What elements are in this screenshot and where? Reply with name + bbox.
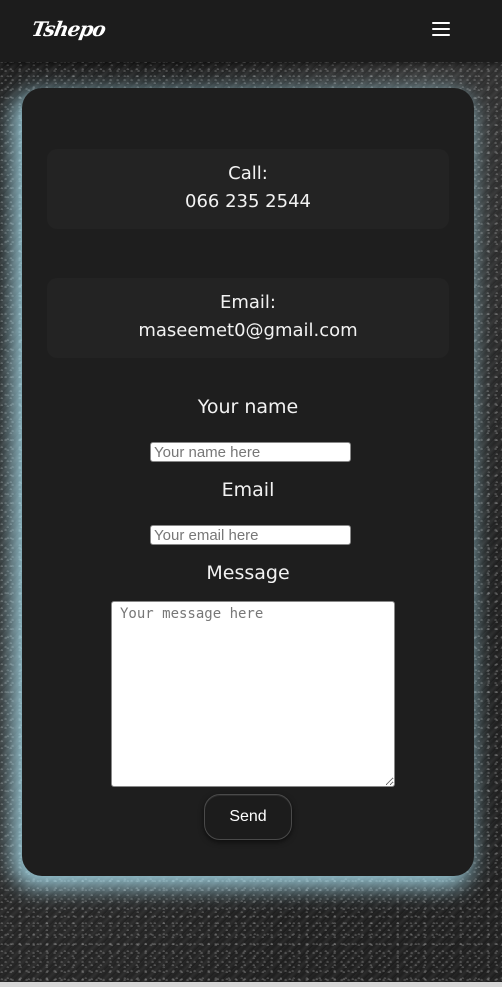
logo[interactable]: Tshepo — [30, 17, 107, 41]
email-field-label: Email — [221, 479, 275, 501]
menu-bar — [432, 22, 450, 24]
call-info-box: Call: 066 235 2544 — [47, 149, 449, 229]
hamburger-menu-icon[interactable] — [432, 22, 450, 38]
message-textarea[interactable] — [111, 601, 395, 787]
contact-card: Call: 066 235 2544 Email: maseemet0@gmai… — [22, 88, 474, 876]
send-button[interactable]: Send — [204, 794, 292, 840]
page: Tshepo Call: 066 235 2544 Email: maseeme… — [0, 0, 502, 987]
email-label: Email: — [219, 292, 276, 313]
call-label: Call: — [228, 163, 268, 184]
call-number: 066 235 2544 — [185, 191, 311, 212]
name-input[interactable] — [150, 442, 351, 462]
navbar: Tshepo — [0, 0, 502, 62]
message-field-label: Message — [206, 562, 290, 584]
name-field-label: Your name — [197, 396, 299, 418]
email-info-box: Email: maseemet0@gmail.com — [47, 278, 449, 358]
bottom-edge — [0, 982, 502, 987]
menu-bar — [432, 34, 450, 36]
email-input[interactable] — [150, 525, 351, 545]
menu-bar — [432, 28, 450, 30]
email-address: maseemet0@gmail.com — [138, 320, 358, 341]
